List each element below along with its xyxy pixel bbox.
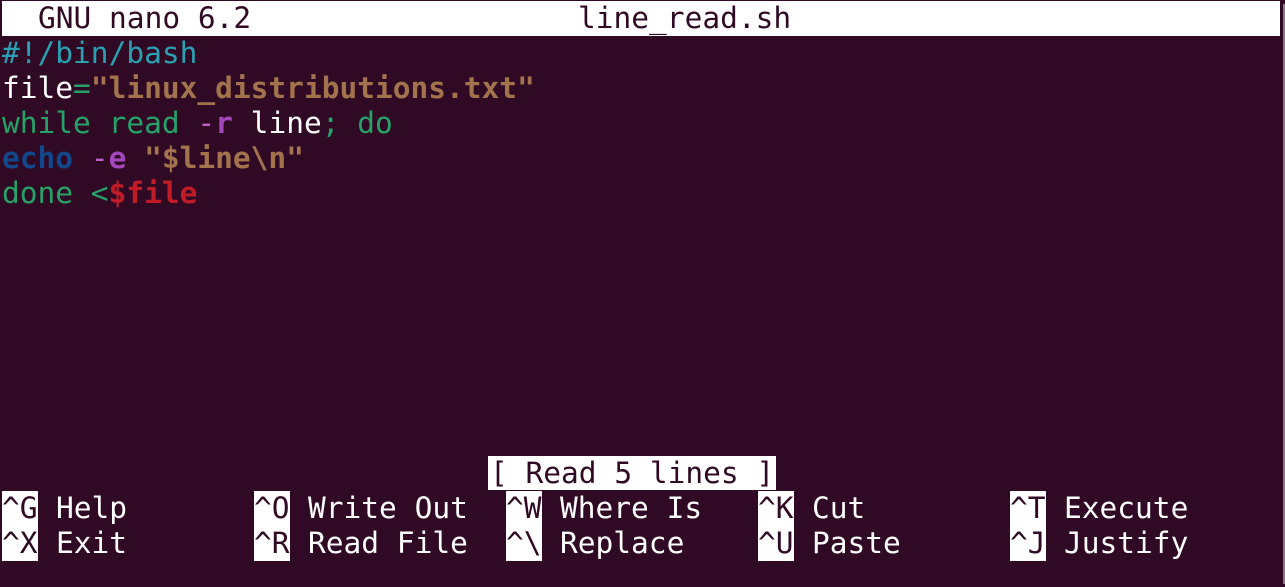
shortcut-key: ^\	[506, 526, 542, 561]
token-keyword-while: while	[2, 106, 91, 140]
token-redirect: <	[73, 176, 109, 210]
code-line-2[interactable]: file="linux_distributions.txt"	[2, 71, 535, 106]
shortcut-replace[interactable]: ^\ Replace	[506, 526, 684, 561]
code-line-4[interactable]: echo -e "$line\n"	[2, 141, 304, 176]
shortcut-label: Replace	[560, 526, 685, 560]
shortcut-label: Paste	[812, 526, 901, 560]
shortcut-label: Help	[56, 491, 128, 525]
shortcut-read-file[interactable]: ^R Read File	[254, 526, 468, 561]
shortcut-where-is[interactable]: ^W Where Is	[506, 491, 702, 526]
token-flag-e: e	[108, 141, 127, 175]
token-keyword-read: read	[108, 106, 180, 140]
shortcut-label: Where Is	[560, 491, 703, 525]
token-keyword-done: done	[2, 176, 74, 210]
shortcut-write-out[interactable]: ^O Write Out	[254, 491, 468, 526]
shortcut-exit[interactable]: ^X Exit	[2, 526, 127, 561]
shortcut-execute[interactable]: ^T Execute	[1010, 491, 1188, 526]
nano-terminal[interactable]: GNU nano 6.2 line_read.sh #!/bin/bash fi…	[2, 0, 1280, 587]
shortcut-key: ^R	[254, 526, 290, 561]
title-bar: GNU nano 6.2 line_read.sh	[2, 1, 1280, 36]
status-message: [ Read 5 lines ]	[488, 456, 777, 490]
shortcut-label: Read File	[308, 526, 468, 560]
shortcut-key: ^T	[1010, 491, 1046, 526]
shortcut-key: ^W	[506, 491, 542, 526]
shortcut-key: ^X	[2, 526, 38, 561]
token-shebang: #!/bin/bash	[2, 36, 198, 70]
token-builtin-echo: echo	[2, 141, 74, 175]
token-variable-name: file	[2, 71, 74, 105]
token-string: "$line\n"	[144, 141, 304, 175]
shortcut-label: Write Out	[308, 491, 468, 525]
token-string: "linux_distributions.txt"	[90, 71, 535, 105]
shortcut-paste[interactable]: ^U Paste	[758, 526, 901, 561]
app-name: GNU nano 6.2	[38, 1, 252, 35]
token-flag-r: r	[215, 106, 233, 140]
shortcut-label: Cut	[812, 491, 866, 525]
token-flag-dash: -	[90, 141, 109, 175]
code-line-5[interactable]: done <$file	[2, 176, 197, 211]
shortcut-justify[interactable]: ^J Justify	[1010, 526, 1188, 561]
shortcut-help[interactable]: ^G Help	[2, 491, 127, 526]
code-line-1[interactable]: #!/bin/bash	[2, 36, 197, 71]
shortcut-key: ^K	[758, 491, 794, 526]
token-flag-dash: -	[197, 106, 216, 140]
token-assign: =	[73, 71, 91, 105]
code-line-3[interactable]: while read -r line; do	[2, 106, 393, 141]
shortcut-key: ^O	[254, 491, 290, 526]
shortcut-label: Execute	[1064, 491, 1189, 525]
token-identifier-line: line	[232, 106, 322, 140]
shortcut-key: ^G	[2, 491, 38, 526]
file-name: line_read.sh	[578, 1, 792, 35]
shortcut-label: Justify	[1064, 526, 1189, 560]
shortcut-cut[interactable]: ^K Cut	[758, 491, 865, 526]
token-semicolon: ;	[321, 106, 358, 140]
shortcut-key: ^U	[758, 526, 794, 561]
token-keyword-do: do	[357, 106, 393, 140]
shortcut-key: ^J	[1010, 526, 1046, 561]
token-variable-ref: $file	[108, 176, 198, 210]
shortcut-label: Exit	[56, 526, 128, 560]
